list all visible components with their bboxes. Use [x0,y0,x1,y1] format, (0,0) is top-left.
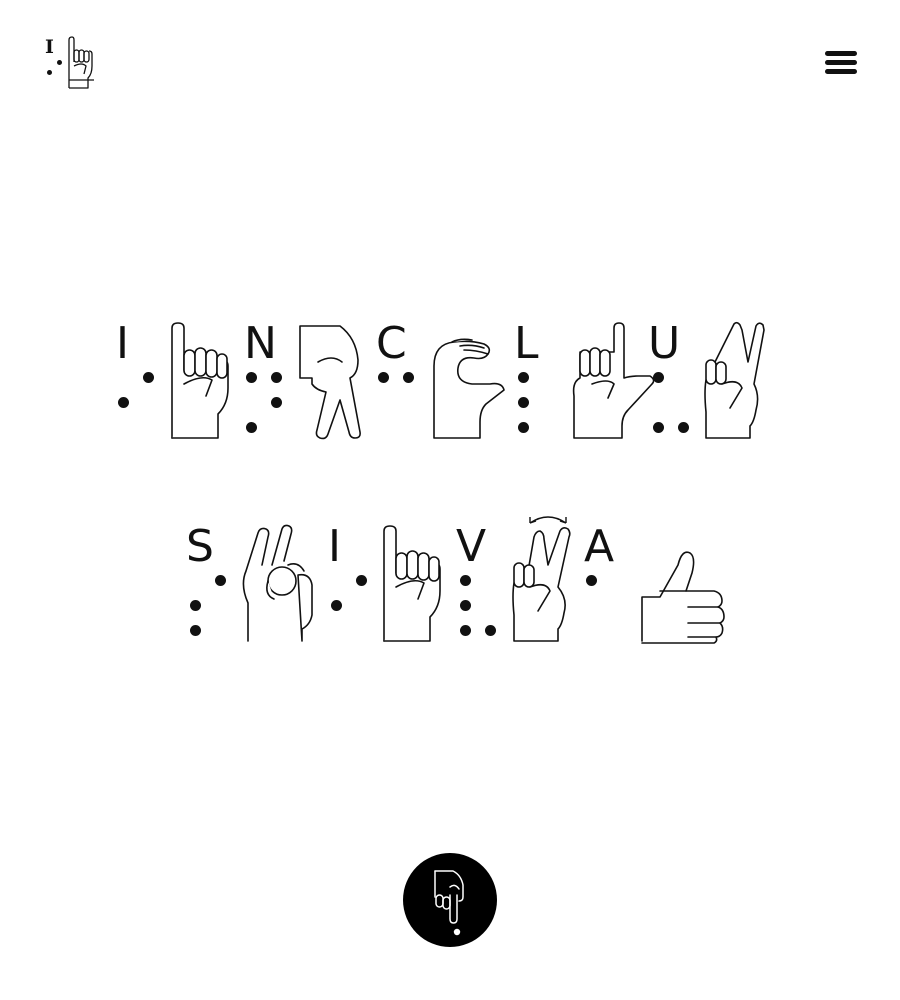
braille-dot [143,372,154,383]
braille-dot [356,575,367,586]
braille-dot [460,625,471,636]
braille-dot [271,372,282,383]
braille-dot [518,397,529,408]
letter-cell: S [186,525,321,655]
letter-cell: L [514,318,655,452]
braille-dot [190,600,201,611]
pointing-down-hand-icon [434,870,464,936]
alphabet-letter: C [376,318,407,369]
alphabet-letter: V [456,521,487,572]
logo-letter: I [45,36,54,58]
braille-dot [678,422,689,433]
alphabet-letter: U [648,318,681,369]
braille-cell [246,372,282,433]
logo-braille-dot [57,60,62,65]
sign-hand-a-icon [638,547,730,648]
braille-dot [518,372,529,383]
braille-dot [403,372,414,383]
braille-dot [215,575,226,586]
sign-hand-c-icon [430,322,506,445]
sign-hand-i-icon [168,322,230,445]
braille-cell [190,575,226,636]
menu-line [825,69,857,74]
braille-dot [460,600,471,611]
logo-braille-dot [47,70,52,75]
menu-line [825,60,857,65]
alphabet-letter: A [584,521,615,572]
letter-cell: I [326,525,451,655]
menu-line [825,51,857,56]
alphabet-letter: N [244,318,277,369]
alphabet-letter: I [328,521,341,572]
braille-cell [586,575,614,635]
sign-hand-i-icon [380,525,442,648]
letter-cell: C [376,322,506,452]
braille-dot [378,372,389,383]
braille-cell [460,575,496,636]
braille-dot [485,625,496,636]
hero-word-incluu: I N C L U [114,322,774,462]
sign-hand-s-icon [240,524,316,648]
logo-hand-i-icon [68,36,94,89]
braille-cell [653,372,689,433]
letter-cell: I [114,322,234,452]
braille-dot [246,422,257,433]
letter-cell: U [648,322,778,452]
braille-cell [118,372,154,432]
letter-cell: N [244,322,374,452]
braille-cell [331,575,367,635]
alphabet-letter: L [514,318,539,369]
braille-dot [653,422,664,433]
sign-hand-v-icon [510,516,572,648]
sign-hand-l-icon [568,322,656,445]
braille-dot [190,625,201,636]
braille-dot [331,600,342,611]
sign-hand-u-icon [702,321,766,445]
braille-cell [518,372,546,433]
alphabet-letter: S [186,521,214,572]
site-logo[interactable]: I [40,36,100,92]
braille-dot [271,397,282,408]
braille-dot [118,397,129,408]
braille-dot [246,372,257,383]
letter-cell: A [584,521,725,655]
hero-word-siva: S I V A [186,516,725,665]
letter-cell: V [456,516,586,655]
alphabet-letter: I [116,318,129,369]
braille-dot [653,372,664,383]
menu-button[interactable] [822,49,860,79]
sign-hand-n-icon [298,322,362,445]
braille-dot [586,575,597,586]
scroll-down-button[interactable] [403,853,497,947]
braille-dot [460,575,471,586]
braille-cell [378,372,414,432]
braille-dot [518,422,529,433]
